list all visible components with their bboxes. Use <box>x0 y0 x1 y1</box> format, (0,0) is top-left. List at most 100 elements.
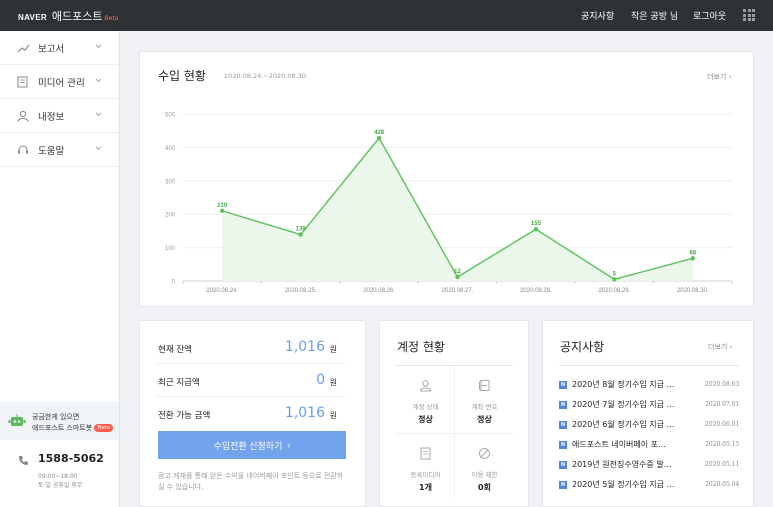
smartbot-banner[interactable]: 궁금한게 있으면 애드포스트 스마트봇 Beta <box>0 402 119 440</box>
divider <box>396 365 513 366</box>
robot-icon <box>8 414 26 426</box>
phone-icon <box>19 456 28 465</box>
button-label: 수입전환 신청하기 <box>213 440 283 451</box>
notice-icon: N <box>559 441 567 449</box>
chevron-down-icon <box>95 44 102 49</box>
data-point <box>298 232 303 237</box>
balance-label: 전환 가능 금액 <box>158 411 211 421</box>
account-cell-label: 계정 상태 <box>412 403 439 411</box>
data-label: 68 <box>689 250 696 256</box>
sidebar-item-label: 도움말 <box>38 145 65 157</box>
data-label: 210 <box>217 203 228 209</box>
account-cell-media[interactable]: 등록미디어 1개 <box>397 439 454 499</box>
account-cell-value: 1개 <box>419 483 432 492</box>
notice-date: 2020.05.04 <box>705 481 740 488</box>
account-cell-restriction[interactable]: 이용 제한 0회 <box>456 439 513 499</box>
notice-icon: N <box>559 401 567 409</box>
y-tick-label: 100 <box>165 246 176 252</box>
notice-item[interactable]: N 2020년 6월 정기수입 지급 … 2020.06.01 <box>559 418 739 437</box>
app-grid-icon[interactable] <box>743 9 755 21</box>
notice-item[interactable]: N 2019년 원천징수영수증 발… 2020.05.11 <box>559 458 739 477</box>
balance-value: 0 <box>316 372 325 388</box>
notice-icon: N <box>559 381 567 389</box>
notice-title: 애드포스트 네이버페이 포… <box>572 440 667 449</box>
balance-unit: 원 <box>329 378 337 387</box>
data-point <box>533 227 539 232</box>
x-tick-label: 2020.08.24. <box>206 288 238 294</box>
y-tick-label: 300 <box>165 179 176 185</box>
conversion-note: 광고 게재를 통해 얻은 수익을 네이버페이 포인트 등으로 전환하실 수 있습… <box>158 472 344 491</box>
support-hours-line2: 토·일·공휴일 휴무 <box>38 482 83 489</box>
beta-badge: Beta <box>94 424 114 432</box>
divider <box>559 365 739 366</box>
notice-date: 2020.05.11 <box>705 461 740 468</box>
account-cell-value: 0회 <box>478 483 491 492</box>
data-label: 139 <box>296 227 307 233</box>
account-cell-value: 정상 <box>418 415 433 424</box>
notices-card: 공지사항 더보기 › N 2020년 8월 정기수입 지급 … 2020.08.03… <box>542 320 754 507</box>
y-tick-label: 200 <box>165 213 176 219</box>
data-point <box>455 274 460 280</box>
beta-mark: Beta <box>104 15 119 22</box>
smartbot-line2: 애드포스트 스마트봇 <box>32 424 93 432</box>
support-hours: 09:00~18:00 토·일·공휴일 휴무 <box>38 472 82 490</box>
user-icon <box>17 110 29 122</box>
x-tick-label: 2020.08.27. <box>442 288 474 294</box>
notice-title: 2020년 8월 정기수입 지급 … <box>572 380 675 389</box>
more-link-label: 더보기 <box>708 343 728 351</box>
data-label: 428 <box>374 130 385 136</box>
product-name: 애드포스트 <box>51 10 103 23</box>
sidebar-item-media[interactable]: 미디어 관리 <box>0 65 119 99</box>
balance-row-current: 현재 잔액 1,016 원 <box>156 331 349 363</box>
nav-notice-link[interactable]: 공지사항 <box>581 9 614 22</box>
person-icon <box>419 380 432 392</box>
x-tick-label: 2020.08.28. <box>520 288 552 294</box>
data-point <box>690 256 695 261</box>
naver-logo-text: NAVER <box>18 13 47 22</box>
series-area <box>222 138 693 281</box>
x-tick-label: 2020.08.29. <box>599 288 631 294</box>
notice-title: 2019년 원천징수영수증 발… <box>572 460 672 469</box>
nav-logout-link[interactable]: 로그아웃 <box>693 9 726 22</box>
logo[interactable]: NAVER 애드포스트 Beta <box>18 8 118 24</box>
sidebar-item-myinfo[interactable]: 내정보 <box>0 99 119 133</box>
notice-date: 2020.06.01 <box>705 421 740 428</box>
sidebar-item-label: 내정보 <box>38 111 65 123</box>
balance-value: 1,016 <box>284 405 325 421</box>
data-label: 12 <box>454 269 461 275</box>
notice-item[interactable]: N 애드포스트 네이버페이 포… 2020.05.15 <box>559 438 739 457</box>
notice-date: 2020.05.15 <box>705 441 740 448</box>
balance-value: 1,016 <box>284 339 325 355</box>
notice-title: 2020년 6월 정기수입 지급 … <box>572 420 675 429</box>
notice-icon: N <box>559 421 567 429</box>
notice-item[interactable]: N 2020년 7월 정기수입 지급 … 2020.07.01 <box>559 398 739 417</box>
bank-card-icon <box>479 380 490 391</box>
income-card: 수입 현황 2020.08.24.~2020.08.30. 더보기 › 0 100… <box>139 51 754 307</box>
sidebar-item-report[interactable]: 보고서 <box>0 31 119 65</box>
balance-label: 현재 잔액 <box>158 345 192 355</box>
divider <box>454 367 455 497</box>
balance-unit: 원 <box>329 411 337 420</box>
support-hours-line1: 09:00~18:00 <box>38 473 78 480</box>
notice-date: 2020.07.01 <box>705 401 740 408</box>
balance-row-recent-payment: 최근 지급액 0 원 <box>156 364 349 396</box>
notices-more-link[interactable]: 더보기 › <box>708 342 732 352</box>
nav-user-name[interactable]: 작은 공방 님 <box>631 9 678 22</box>
data-point <box>612 277 617 282</box>
balance-row-convertible: 전환 가능 금액 1,016 원 <box>156 397 349 429</box>
notice-title: 2020년 7월 정기수입 지급 … <box>572 400 675 409</box>
notice-item[interactable]: N 2020년 8월 정기수입 지급 … 2020.08.03 <box>559 378 739 397</box>
x-tick-label: 2020.08.30. <box>677 288 709 294</box>
sidebar-item-help[interactable]: 도움말 <box>0 133 119 167</box>
headset-icon <box>18 145 28 153</box>
notice-item[interactable]: N 2020년 5월 정기수입 지급 … 2020.05.04 <box>559 478 739 497</box>
support-phone: 1588-5062 <box>38 452 104 465</box>
chevron-down-icon <box>95 112 102 117</box>
smartbot-text: 궁금한게 있으면 애드포스트 스마트봇 Beta <box>32 412 114 434</box>
apply-conversion-button[interactable]: 수입전환 신청하기 › <box>158 431 346 459</box>
smartbot-line1: 궁금한게 있으면 <box>32 413 80 421</box>
income-line-chart: 0 100 200 300 400 500 2020.08.24. 2020.08.25. 20… <box>165 113 733 294</box>
account-cell-label: 이용 제한 <box>471 471 498 479</box>
data-point <box>220 208 225 214</box>
y-tick-label: 0 <box>172 280 176 286</box>
